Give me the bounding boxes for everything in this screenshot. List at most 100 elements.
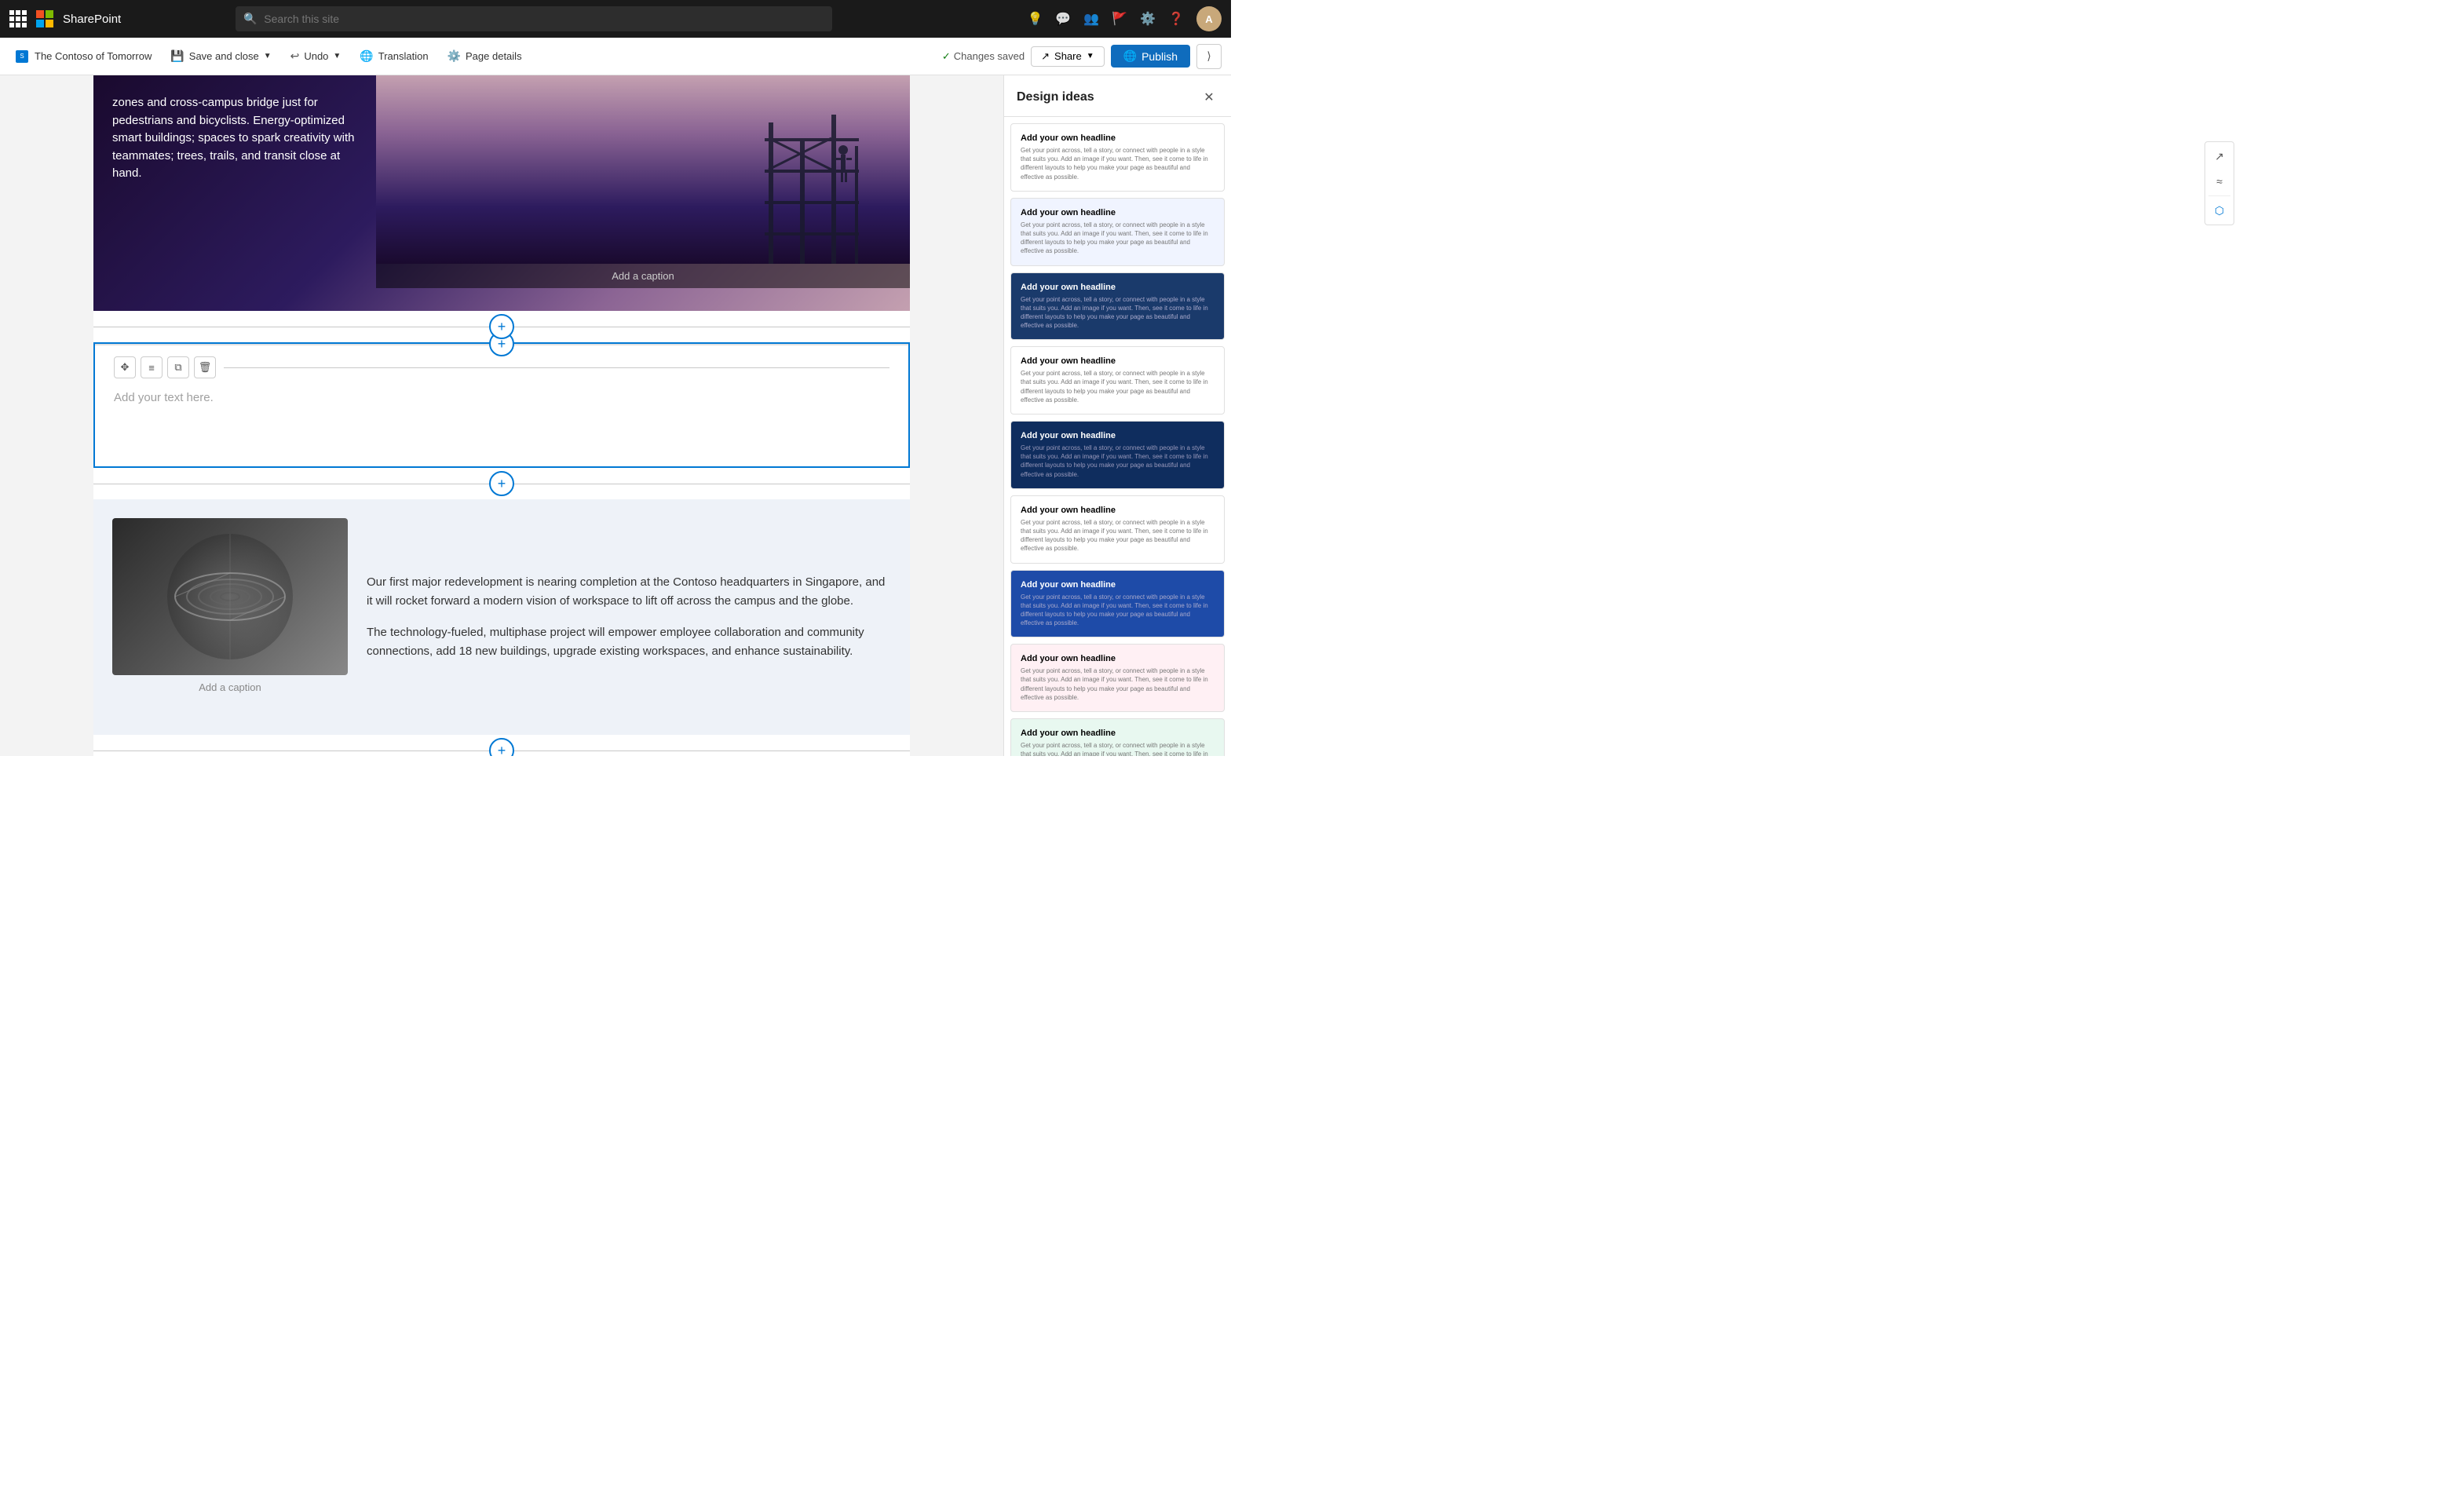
bottom-section: Add a caption Our first major redevelopm…: [93, 499, 910, 735]
help-improve-icon[interactable]: 💡: [1027, 11, 1043, 27]
design-card-body-9: Get your point across, tell a story, or …: [1021, 741, 1215, 756]
undo-chevron-icon: ▼: [333, 52, 341, 60]
design-card-headline-1: Add your own headline: [1021, 133, 1215, 143]
bottom-paragraph-1: Our first major redevelopment is nearing…: [367, 573, 891, 611]
canvas-inner: zones and cross-campus bridge just for p…: [93, 75, 910, 756]
bottom-paragraph-2: The technology-fueled, multiphase projec…: [367, 623, 891, 661]
page-details-button[interactable]: ⚙️ Page details: [441, 46, 528, 66]
design-card-9[interactable]: Add your own headline Get your point acro…: [1010, 718, 1225, 756]
side-action-panel: ↗ ≈ ⬡: [2204, 141, 2234, 225]
translation-icon: 🌐: [360, 49, 373, 63]
settings-icon[interactable]: ⚙️: [1140, 11, 1156, 27]
collapse-button[interactable]: ⟩: [1196, 44, 1222, 69]
app-name: SharePoint: [63, 13, 121, 26]
design-ideas-panel: Design ideas ✕ Add your own headline Get …: [1003, 75, 1231, 756]
design-card-headline-4: Add your own headline: [1021, 356, 1215, 366]
search-icon: 🔍: [243, 13, 257, 26]
design-card-body-4: Get your point across, tell a story, or …: [1021, 369, 1215, 404]
text-placeholder[interactable]: Add your text here.: [114, 385, 889, 411]
publish-icon: 🌐: [1123, 49, 1137, 63]
toolbar-line: [224, 367, 889, 368]
top-image[interactable]: [376, 75, 910, 264]
save-close-label: Save and close: [189, 50, 259, 62]
people-icon[interactable]: 👥: [1083, 11, 1099, 27]
doc-icon: S: [16, 50, 28, 63]
side-divider: [2208, 195, 2230, 196]
design-card-8[interactable]: Add your own headline Get your point acro…: [1010, 644, 1225, 712]
feedback-icon[interactable]: 💬: [1055, 11, 1071, 27]
delete-tool[interactable]: 🗑: [194, 356, 216, 378]
checkmark-icon: ✓: [942, 50, 951, 63]
image-caption-2[interactable]: Add a caption: [112, 681, 348, 693]
sidebar-action-2[interactable]: ≈: [2208, 170, 2230, 192]
design-card-body-3: Get your point across, tell a story, or …: [1021, 295, 1215, 331]
publish-label: Publish: [1142, 50, 1178, 63]
design-card-5[interactable]: Add your own headlineGet your point acro…: [1010, 421, 1225, 489]
design-card-body-5: Get your point across, tell a story, or …: [1021, 444, 1215, 479]
search-bar: 🔍: [236, 6, 832, 31]
add-section-button-1[interactable]: +: [489, 314, 514, 339]
add-section-button-3[interactable]: +: [489, 738, 514, 756]
publish-button[interactable]: 🌐 Publish: [1111, 45, 1190, 68]
bottom-text-content: Our first major redevelopment is nearing…: [367, 518, 891, 716]
section-add-2[interactable]: +: [93, 468, 910, 499]
page-details-icon: ⚙️: [447, 49, 461, 63]
secondary-toolbar: S The Contoso of Tomorrow 💾 Save and clo…: [0, 38, 1231, 75]
bottom-image[interactable]: [112, 518, 348, 675]
help-icon[interactable]: ❓: [1168, 11, 1184, 27]
top-image-area: Add a caption: [376, 75, 910, 311]
image-caption-1[interactable]: Add a caption: [376, 264, 910, 288]
webpart-toolbar: + ✥ ≡ ⧉ 🗑: [114, 356, 889, 378]
design-card-6[interactable]: Add your own headlineGet your point acro…: [1010, 495, 1225, 564]
save-icon: 💾: [170, 49, 184, 63]
share-label: Share: [1054, 50, 1082, 62]
undo-button[interactable]: ↩ Undo ▼: [284, 46, 348, 66]
save-close-button[interactable]: 💾 Save and close ▼: [164, 46, 277, 66]
design-card-body-8: Get your point across, tell a story, or …: [1021, 667, 1215, 702]
share-button[interactable]: ↗ Share ▼: [1031, 46, 1105, 67]
changes-saved-status: ✓ Changes saved: [942, 50, 1025, 63]
section-add-1[interactable]: +: [93, 311, 910, 342]
page-details-label: Page details: [466, 50, 522, 62]
section-add-3[interactable]: +: [93, 735, 910, 756]
translation-label: Translation: [378, 50, 429, 62]
breadcrumb[interactable]: S The Contoso of Tomorrow: [9, 47, 158, 66]
user-avatar[interactable]: A: [1196, 6, 1222, 31]
add-section-button-2[interactable]: +: [489, 471, 514, 496]
duplicate-tool[interactable]: ⧉: [167, 356, 189, 378]
design-card-headline-8: Add your own headline: [1021, 654, 1215, 663]
share-icon: ↗: [1041, 50, 1050, 63]
edit-tool[interactable]: ≡: [141, 356, 163, 378]
nav-icons: 💡 💬 👥 🚩 ⚙️ ❓ A: [1027, 6, 1222, 31]
design-card-2[interactable]: Add your own headline Get your point acro…: [1010, 198, 1225, 266]
microsoft-logo[interactable]: [36, 10, 53, 27]
design-card-headline-2: Add your own headline: [1021, 208, 1215, 217]
top-text-block: zones and cross-campus bridge just for p…: [93, 75, 376, 311]
design-card-body-6: Get your point across, tell a story, or …: [1021, 518, 1215, 553]
design-card-body-2: Get your point across, tell a story, or …: [1021, 221, 1215, 256]
silhouette-image: [721, 107, 894, 264]
design-panel-close-button[interactable]: ✕: [1200, 88, 1218, 107]
flag-icon[interactable]: 🚩: [1112, 11, 1127, 27]
design-card-1[interactable]: Add your own headlineGet your point acro…: [1010, 123, 1225, 192]
bottom-image-block: Add a caption: [112, 518, 348, 716]
design-panel-list: Add your own headline Get your point acro…: [1004, 117, 1231, 756]
search-input[interactable]: [236, 6, 832, 31]
top-paragraph: zones and cross-campus bridge just for p…: [112, 94, 357, 183]
design-card-4[interactable]: Add your own headline Get your point acro…: [1010, 346, 1225, 415]
canvas[interactable]: zones and cross-campus bridge just for p…: [0, 75, 1003, 756]
move-tool[interactable]: ✥: [114, 356, 136, 378]
design-card-headline-9: Add your own headline: [1021, 729, 1215, 738]
sidebar-action-3[interactable]: ⬡: [2208, 199, 2230, 221]
sidebar-action-1[interactable]: ↗: [2208, 145, 2230, 167]
undo-label: Undo: [304, 50, 328, 62]
design-card-headline-3: Add your own headline: [1021, 283, 1215, 292]
design-card-7[interactable]: Add your own headlineGet your point acro…: [1010, 570, 1225, 638]
design-panel-header: Design ideas ✕: [1004, 75, 1231, 117]
translation-button[interactable]: 🌐 Translation: [353, 46, 434, 66]
design-card-3[interactable]: Add your own headline Get your point acro…: [1010, 272, 1225, 341]
text-webpart[interactable]: + ✥ ≡ ⧉ 🗑 Add your text here.: [93, 342, 910, 468]
toolbar-right: ✓ Changes saved ↗ Share ▼ 🌐 Publish ⟩: [942, 44, 1222, 69]
waffle-menu[interactable]: [9, 10, 27, 27]
changes-saved-label: Changes saved: [954, 50, 1025, 62]
